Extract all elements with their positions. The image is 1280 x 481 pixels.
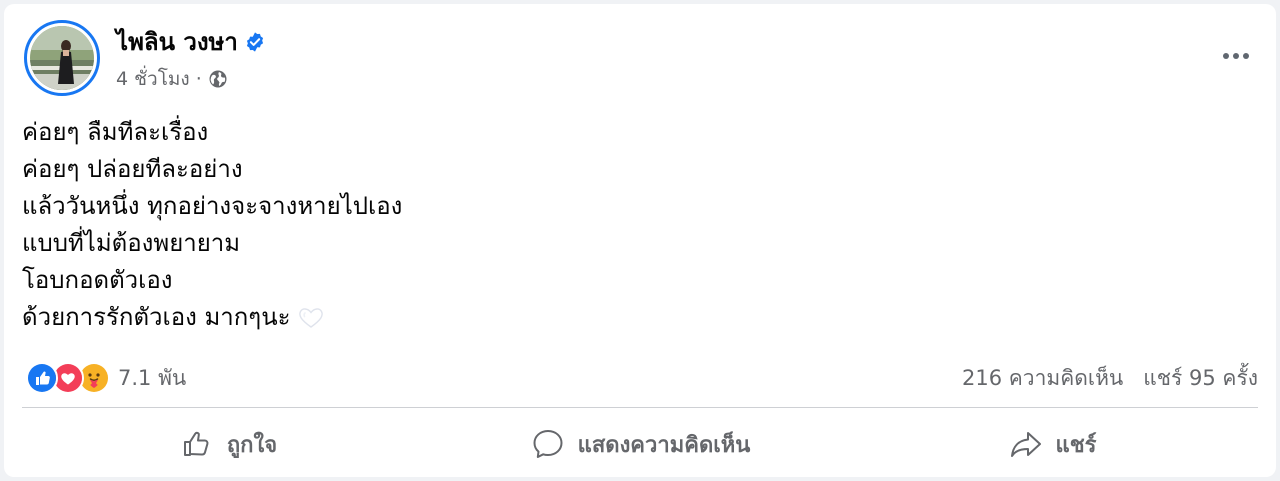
share-arrow-icon bbox=[1010, 432, 1041, 457]
avatar[interactable] bbox=[24, 20, 100, 96]
post-timestamp[interactable]: 4 ชั่วโมง bbox=[116, 66, 190, 92]
white-heart-emoji bbox=[298, 308, 323, 328]
post-text-line: แบบที่ไม่ต้องพยายาม bbox=[22, 229, 241, 257]
reaction-count[interactable]: 7.1 พัน bbox=[118, 362, 186, 395]
share-count[interactable]: แชร์ 95 ครั้ง bbox=[1143, 362, 1258, 395]
post-text: ค่อยๆ ลืมทีละเรื่อง ค่อยๆ ปล่อยทีละอย่าง… bbox=[22, 114, 402, 336]
author-name-text[interactable]: ไพลิน วงษา bbox=[116, 28, 238, 56]
avatar-photo bbox=[30, 26, 94, 90]
like-button-label: ถูกใจ bbox=[226, 432, 278, 458]
post-text-line: แล้ววันหนึ่ง ทุกอย่างจะจางหายไปเอง bbox=[22, 192, 403, 220]
meta-separator: · bbox=[195, 68, 202, 90]
like-reaction-icon bbox=[26, 362, 58, 394]
globe-icon[interactable] bbox=[208, 69, 228, 89]
like-button[interactable]: ถูกใจ bbox=[22, 416, 434, 472]
comment-count[interactable]: 216 ความคิดเห็น bbox=[962, 362, 1123, 395]
post-text-line: ค่อยๆ ปล่อยทีละอย่าง bbox=[22, 155, 243, 183]
post-card: ไพลิน วงษา 4 ชั่วโมง · ค่อยๆ ลืมทีละเรื่… bbox=[4, 4, 1276, 477]
post-text-line: ด้วยการรักตัวเอง มากๆนะ bbox=[22, 303, 291, 331]
post-text-line: ค่อยๆ ลืมทีละเรื่อง bbox=[22, 118, 209, 146]
share-button[interactable]: แชร์ bbox=[846, 416, 1258, 472]
post-text-line: โอบกอดตัวเอง bbox=[22, 266, 173, 294]
more-options-icon-dot bbox=[1233, 53, 1239, 59]
author-name[interactable]: ไพลิน วงษา bbox=[116, 26, 266, 58]
more-options-icon bbox=[1223, 53, 1229, 59]
engagement-counts: 216 ความคิดเห็น แชร์ 95 ครั้ง bbox=[962, 362, 1258, 395]
reaction-summary[interactable]: 7.1 พัน bbox=[26, 362, 186, 395]
reaction-icons bbox=[26, 362, 110, 394]
comment-button[interactable]: แสดงความคิดเห็น bbox=[434, 416, 846, 472]
share-button-label: แชร์ bbox=[1055, 432, 1097, 458]
action-divider bbox=[22, 407, 1258, 408]
comment-bubble-icon bbox=[533, 430, 563, 458]
more-options-icon-dot bbox=[1243, 53, 1249, 59]
action-bar: ถูกใจ แสดงความคิดเห็น แชร์ bbox=[22, 416, 1258, 472]
post-meta: 4 ชั่วโมง · bbox=[116, 66, 228, 92]
verified-badge-icon bbox=[246, 32, 263, 52]
post-text-line-last: ด้วยการรักตัวเอง มากๆนะ bbox=[22, 299, 402, 336]
thumbs-up-icon bbox=[183, 431, 209, 456]
comment-button-label: แสดงความคิดเห็น bbox=[577, 432, 751, 458]
more-options-button[interactable] bbox=[1214, 38, 1258, 74]
reactions-row: 7.1 พัน 216 ความคิดเห็น แชร์ 95 ครั้ง bbox=[26, 358, 1258, 398]
